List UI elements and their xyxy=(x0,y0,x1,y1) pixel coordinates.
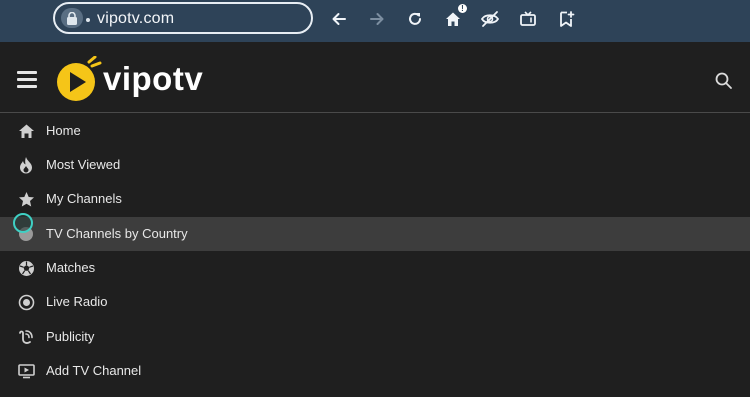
soccer-ball-icon xyxy=(17,259,35,277)
nav-item-label: Publicity xyxy=(46,329,95,344)
nav-item-label: My Channels xyxy=(46,191,122,206)
arrow-left-icon xyxy=(332,13,346,25)
add-bookmark-button[interactable] xyxy=(553,6,579,32)
hamburger-menu-button[interactable] xyxy=(17,71,39,89)
vipotv-logo-icon xyxy=(57,56,102,101)
site-info-dot xyxy=(86,18,90,22)
nav-item-live-radio[interactable]: Live Radio xyxy=(0,285,750,319)
nav-item-matches[interactable]: Matches xyxy=(0,251,750,285)
back-button[interactable] xyxy=(326,6,352,32)
focus-cursor xyxy=(13,213,33,233)
tracking-toggle-button[interactable] xyxy=(477,6,503,32)
nav-item-label: Add TV Channel xyxy=(46,363,142,378)
nav-item-home[interactable]: Home xyxy=(0,114,750,148)
app-content: vipotv Home Most Viewed My Channels TV C… xyxy=(0,42,750,397)
nav-item-publicity[interactable]: Publicity xyxy=(0,320,750,354)
star-icon xyxy=(17,190,35,208)
nav-item-add-tv-channel[interactable]: Add TV Channel xyxy=(0,354,750,388)
nav-item-label: Home xyxy=(46,123,81,138)
browser-toolbar: vipotv.com ! xyxy=(0,0,750,42)
nav-item-most-viewed[interactable]: Most Viewed xyxy=(0,148,750,182)
home-icon xyxy=(17,122,35,140)
home-icon xyxy=(446,12,460,26)
reload-icon xyxy=(409,12,421,25)
nav-item-tv-channels-by-country[interactable]: TV Channels by Country xyxy=(0,217,750,251)
eye-off-icon xyxy=(480,11,500,27)
forward-button[interactable] xyxy=(364,6,390,32)
nav-item-label: TV Channels by Country xyxy=(46,226,188,241)
header-divider xyxy=(0,112,750,113)
lock-icon[interactable] xyxy=(61,8,83,28)
megaphone-icon xyxy=(17,328,35,346)
nav-item-my-channels[interactable]: My Channels xyxy=(0,182,750,216)
reload-button[interactable] xyxy=(402,6,428,32)
add-tv-icon xyxy=(17,362,35,380)
home-notification-badge: ! xyxy=(458,4,467,13)
address-bar[interactable]: vipotv.com xyxy=(53,2,313,34)
search-icon[interactable] xyxy=(714,71,734,91)
tv-mode-button[interactable] xyxy=(515,6,541,32)
logo-text: vipotv xyxy=(103,60,204,97)
flame-icon xyxy=(17,156,35,174)
nav-item-label: Live Radio xyxy=(46,294,108,309)
arrow-right-icon xyxy=(370,13,384,25)
nav-item-label: Matches xyxy=(46,260,96,275)
nav-item-label: Most Viewed xyxy=(46,157,121,172)
url-text[interactable]: vipotv.com xyxy=(97,10,174,28)
radio-icon xyxy=(17,293,35,311)
tv-icon xyxy=(520,11,536,26)
bookmark-add-icon xyxy=(560,11,575,27)
